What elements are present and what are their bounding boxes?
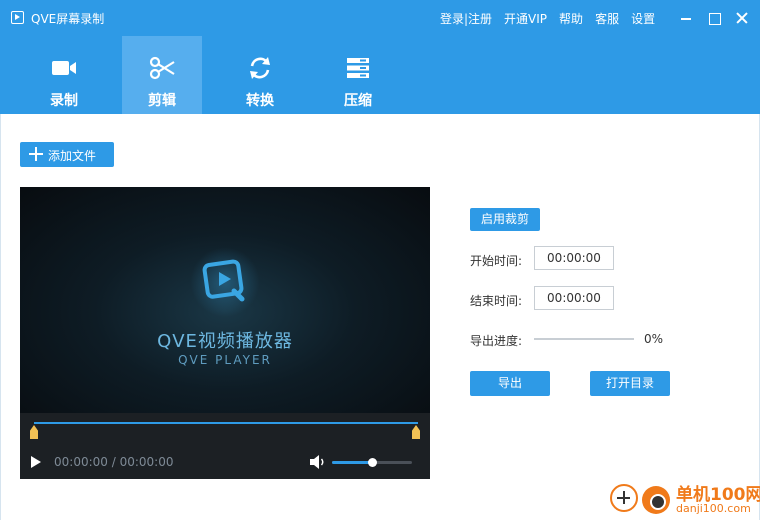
volume-icon[interactable]: [308, 453, 326, 471]
support-link[interactable]: 客服: [595, 10, 619, 27]
enable-crop-button[interactable]: 启用裁剪: [470, 208, 540, 231]
login-register-link[interactable]: 登录|注册: [440, 10, 492, 27]
settings-link[interactable]: 设置: [631, 10, 655, 27]
scissors-icon: [149, 56, 175, 80]
close-icon[interactable]: [732, 8, 752, 28]
tab-compress-label: 压缩: [344, 93, 372, 109]
maximize-icon[interactable]: [704, 8, 724, 28]
tab-edit-label: 剪辑: [148, 93, 176, 109]
start-time-label: 开始时间:: [470, 254, 523, 268]
tab-convert-label: 转换: [246, 93, 274, 109]
tab-record-label: 录制: [50, 93, 78, 109]
player-controls: 00:00:00 / 00:00:00: [20, 413, 430, 479]
open-directory-button[interactable]: 打开目录: [590, 371, 670, 396]
trim-start-handle[interactable]: [30, 425, 38, 439]
export-progress-label: 导出进度:: [470, 334, 523, 348]
plus-icon: [29, 147, 43, 161]
volume-knob[interactable]: [368, 458, 377, 467]
end-time-input[interactable]: [534, 286, 614, 310]
end-time-label: 结束时间:: [470, 294, 523, 308]
add-file-button[interactable]: 添加文件: [20, 142, 114, 167]
watermark-dot-icon: [642, 486, 670, 514]
player-brand-cn: QVE视频播放器: [157, 331, 293, 352]
minimize-icon[interactable]: [676, 8, 696, 28]
play-icon[interactable]: [30, 456, 42, 468]
export-button[interactable]: 导出: [470, 371, 550, 396]
start-time-input[interactable]: [534, 246, 614, 270]
main-tab-bar: 录制 剪辑 转换 压缩: [0, 36, 760, 114]
video-screen[interactable]: QVE视频播放器 QVE PLAYER: [20, 187, 430, 413]
export-progress-bar: [534, 338, 634, 340]
top-links: 登录|注册 开通VIP 帮助 客服 设置: [440, 10, 667, 27]
watermark-plus-icon: [610, 484, 638, 512]
vip-link[interactable]: 开通VIP: [504, 10, 547, 27]
refresh-icon: [250, 57, 270, 79]
video-player: QVE视频播放器 QVE PLAYER 00:00:00 / 00:00:00: [20, 187, 430, 479]
app-title: QVE屏幕录制: [31, 12, 105, 26]
export-progress-text: 0%: [644, 332, 664, 346]
tab-record[interactable]: 录制: [24, 36, 104, 114]
site-watermark: 单机100网 danji100.com: [608, 478, 760, 518]
timeline-bar[interactable]: [34, 422, 418, 424]
tab-compress[interactable]: 压缩: [318, 36, 398, 114]
title-bar: QVE屏幕录制 登录|注册 开通VIP 帮助 客服 设置: [0, 0, 760, 36]
help-link[interactable]: 帮助: [559, 10, 583, 27]
time-display: 00:00:00 / 00:00:00: [54, 455, 174, 469]
trim-end-handle[interactable]: [412, 425, 420, 439]
watermark-url: danji100.com: [676, 502, 751, 515]
player-brand-en: QVE PLAYER: [178, 353, 272, 367]
tab-edit[interactable]: 剪辑: [122, 36, 202, 114]
volume-slider[interactable]: [332, 458, 412, 467]
tab-convert[interactable]: 转换: [220, 36, 300, 114]
player-logo-icon: [202, 259, 245, 302]
app-play-icon: [11, 11, 24, 24]
compress-icon: [347, 58, 369, 78]
add-file-label: 添加文件: [48, 149, 97, 163]
video-camera-icon: [52, 61, 76, 75]
volume-fill: [332, 461, 372, 464]
